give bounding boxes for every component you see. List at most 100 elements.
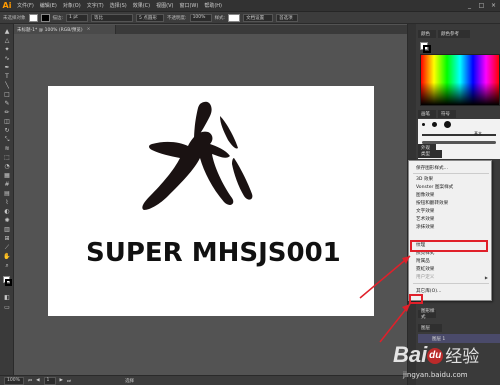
menu-edit[interactable]: 编辑(E): [37, 2, 60, 9]
status-mode: 选择: [125, 378, 135, 384]
magic-wand-icon[interactable]: ✦: [3, 46, 11, 53]
brush-dot-icon[interactable]: [422, 123, 425, 126]
status-bar: 100% ⏮ ◀ 1 ▶ ⏭ 选择: [0, 375, 407, 385]
free-transform-icon[interactable]: ⬚: [3, 154, 11, 161]
scale-icon[interactable]: ⤡: [3, 136, 11, 143]
menu-item-button-effects[interactable]: 按钮和翻转效果: [409, 199, 491, 207]
selection-status: 未选择对象: [3, 15, 26, 21]
pencil-icon[interactable]: ✏: [3, 109, 11, 116]
maximize-button[interactable]: □: [477, 1, 486, 9]
brush-select[interactable]: 5 点圆形: [136, 13, 165, 22]
stroke-color-box[interactable]: [5, 279, 12, 286]
first-page-icon[interactable]: ⏮: [28, 378, 32, 384]
hand-tool-icon[interactable]: ✋: [3, 253, 11, 260]
eraser-icon[interactable]: ◫: [3, 118, 11, 125]
blend-icon[interactable]: ◐: [3, 208, 11, 215]
control-bar: 未选择对象 描边: 1 pt 等比 5 点圆形 不透明度: 100% 样式: 文…: [0, 12, 500, 24]
gradient-icon[interactable]: ▤: [3, 190, 11, 197]
stroke-swatch[interactable]: [40, 13, 50, 22]
direct-selection-tool-icon[interactable]: △: [3, 37, 11, 44]
tab-symbols[interactable]: 符号: [438, 110, 456, 118]
menu-item-vonster[interactable]: Vonster 图案样式: [409, 183, 491, 191]
artboard-tool-icon[interactable]: ⊞: [3, 235, 11, 242]
prev-page-icon[interactable]: ◀: [36, 378, 39, 383]
artboard[interactable]: SUPER MHSJS001: [48, 86, 374, 316]
style-swatch[interactable]: [228, 13, 241, 22]
pen-tool-icon[interactable]: ✒: [3, 64, 11, 71]
panel-stroke-swatch[interactable]: [423, 45, 431, 53]
tab-type[interactable]: 类型: [418, 150, 442, 158]
symbol-sprayer-icon[interactable]: ✺: [3, 217, 11, 224]
warp-icon[interactable]: ≋: [3, 145, 11, 152]
tab-brushes[interactable]: 画笔: [418, 110, 436, 118]
menu-item-user-defined: 用户定义 ▶: [409, 273, 491, 281]
menu-object[interactable]: 对象(O): [60, 2, 84, 9]
column-graph-icon[interactable]: ▥: [3, 226, 11, 233]
page-field[interactable]: 1: [43, 376, 56, 385]
baidu-paw-icon: du: [427, 348, 444, 365]
watermark-logo: Bai du 经验: [393, 342, 479, 368]
highlight-box: [410, 240, 488, 252]
last-page-icon[interactable]: ⏭: [67, 378, 71, 384]
document-setup-button[interactable]: 文档设置: [243, 13, 274, 22]
fill-swatch[interactable]: [28, 13, 38, 22]
menu-file[interactable]: 文件(F): [14, 2, 37, 9]
paintbrush-icon[interactable]: ✎: [3, 100, 11, 107]
rectangle-tool-icon[interactable]: □: [3, 91, 11, 98]
rotate-icon[interactable]: ↻: [3, 127, 11, 134]
menu-item-save-style[interactable]: 保存图形样式...: [409, 164, 491, 172]
stroke-profile-select[interactable]: 等比: [91, 13, 134, 22]
zoom-select[interactable]: 100%: [4, 376, 24, 385]
preferences-button[interactable]: 首选项: [276, 13, 299, 22]
slice-tool-icon[interactable]: ⟋: [3, 244, 11, 251]
style-label: 样式:: [214, 15, 226, 21]
menu-select[interactable]: 选择(S): [107, 2, 130, 9]
menu-item-3d[interactable]: 3D 效果: [409, 175, 491, 183]
brush-logo-artwork[interactable]: [48, 86, 374, 236]
shape-builder-icon[interactable]: ◔: [3, 163, 11, 170]
mesh-icon[interactable]: #: [3, 181, 11, 188]
menu-item-text-effects[interactable]: 文字效果: [409, 207, 491, 215]
minimize-button[interactable]: _: [465, 1, 474, 9]
graphic-styles-library-menu: 保存图形样式... 3D 效果 Vonster 图案样式 图像效果 按钮和翻转效…: [408, 160, 492, 301]
stroke-label: 描边:: [52, 15, 64, 21]
document-tab[interactable]: 未标题-1* @ 100% (RGB/预览) ×: [14, 25, 116, 34]
brush-stroke-icon[interactable]: [422, 134, 496, 136]
zoom-tool-icon[interactable]: ⌕: [3, 262, 11, 269]
brush-dot-icon[interactable]: [444, 121, 451, 128]
close-window-button[interactable]: ×: [489, 1, 498, 9]
menu-type[interactable]: 文字(T): [84, 2, 107, 9]
color-spectrum[interactable]: [420, 54, 500, 106]
watermark-suffix: 经验: [445, 347, 480, 366]
opacity-field[interactable]: 100%: [189, 13, 212, 22]
document-tab-close-icon[interactable]: ×: [87, 27, 91, 32]
eyedropper-icon[interactable]: ⌇: [3, 199, 11, 206]
menu-help[interactable]: 帮助(H): [201, 2, 225, 9]
tab-color[interactable]: 颜色: [418, 30, 436, 38]
menu-effect[interactable]: 效果(C): [130, 2, 153, 9]
perspective-grid-icon[interactable]: ▦: [3, 172, 11, 179]
stroke-weight-field[interactable]: 1 pt: [66, 13, 89, 22]
menu-item-neon-effects[interactable]: 霓虹效果: [409, 265, 491, 273]
tab-graphic-styles[interactable]: 图形样式: [418, 309, 436, 320]
line-tool-icon[interactable]: ╲: [3, 82, 11, 89]
lasso-icon[interactable]: ∿: [3, 55, 11, 62]
menu-item-artistic-effects[interactable]: 艺术效果: [409, 215, 491, 223]
menu-item-scribble-effects[interactable]: 涂抹效果: [409, 223, 491, 231]
screen-mode-icon[interactable]: ▭: [3, 304, 11, 311]
menu-view[interactable]: 视图(V): [153, 2, 176, 9]
menu-item-image-effects[interactable]: 图像效果: [409, 191, 491, 199]
type-tool-icon[interactable]: T: [3, 73, 11, 80]
brush-dot-icon[interactable]: [432, 122, 437, 127]
next-page-icon[interactable]: ▶: [60, 378, 63, 383]
tab-color-guide[interactable]: 颜色参考: [438, 30, 470, 38]
tab-layers[interactable]: 图层: [418, 324, 442, 332]
submenu-arrow-icon: ▶: [484, 274, 488, 280]
selection-tool-icon[interactable]: ▲: [3, 28, 11, 35]
draw-mode-icon[interactable]: ◧: [3, 294, 11, 301]
artboard-text[interactable]: SUPER MHSJS001: [86, 238, 341, 268]
menu-bar: Ai 文件(F) 编辑(E) 对象(O) 文字(T) 选择(S) 效果(C) 视…: [0, 0, 500, 12]
menu-window[interactable]: 窗口(W): [176, 2, 201, 9]
menu-item-additive[interactable]: 附属品: [409, 257, 491, 265]
opacity-label: 不透明度:: [167, 15, 187, 21]
